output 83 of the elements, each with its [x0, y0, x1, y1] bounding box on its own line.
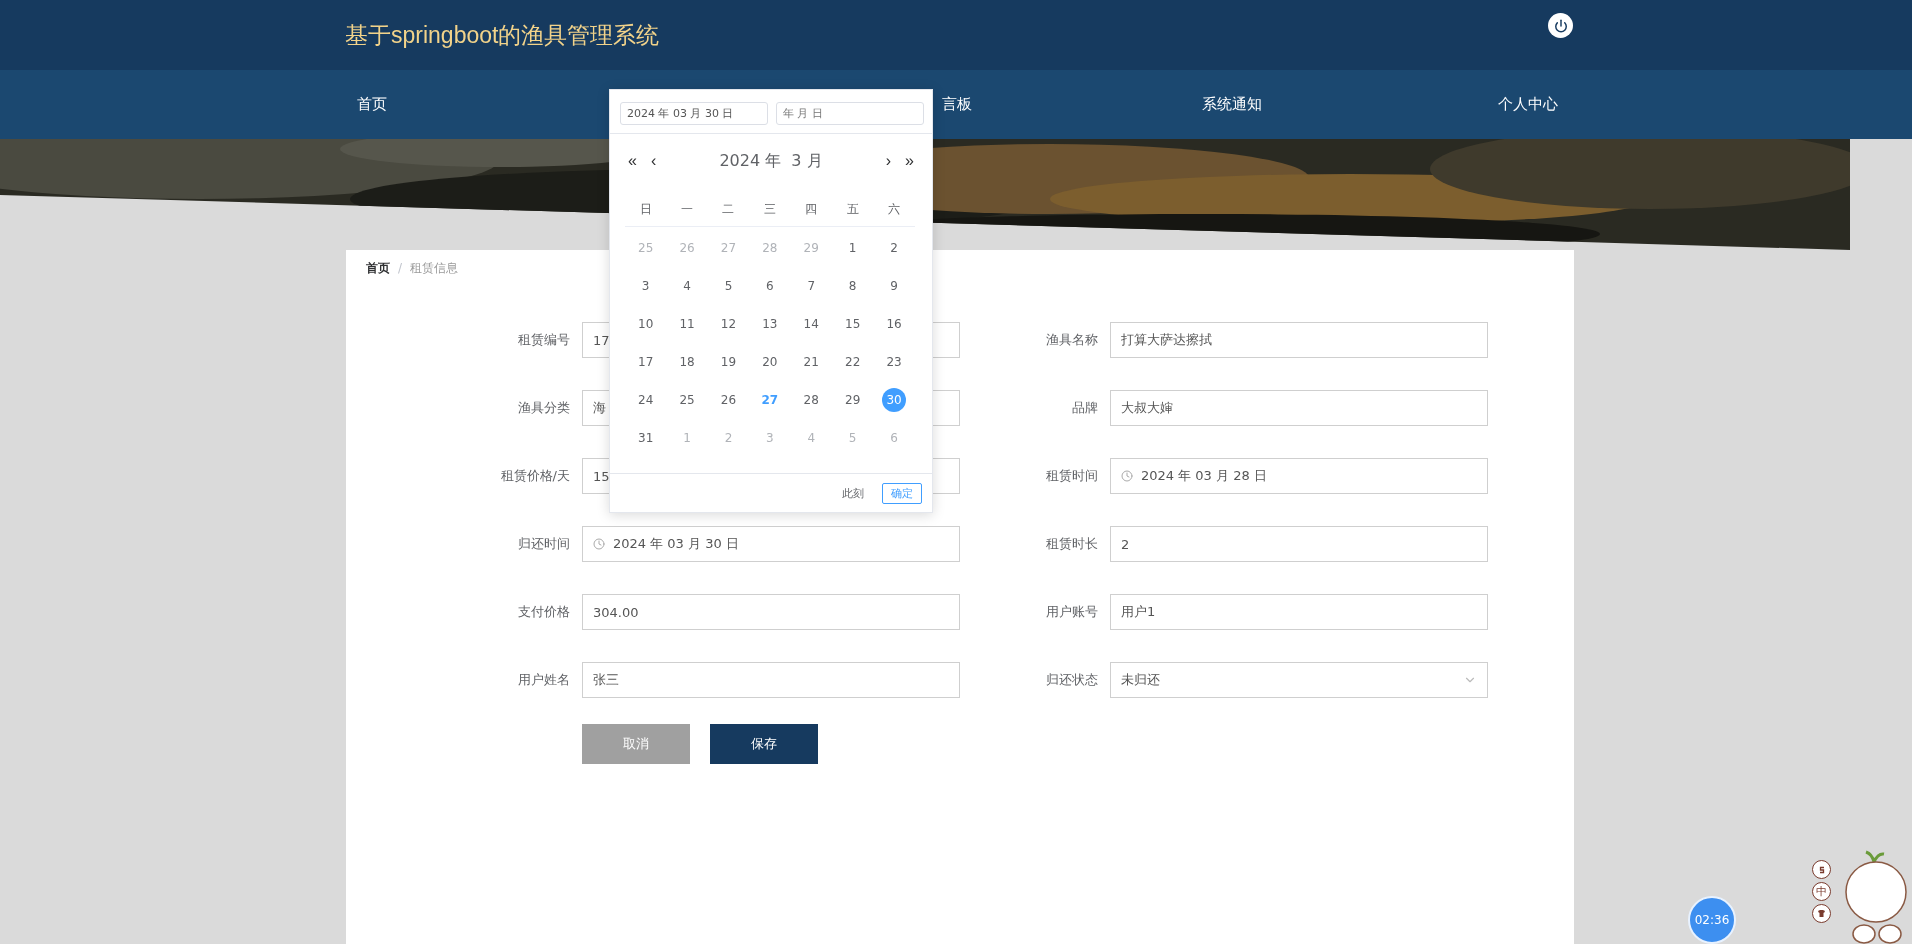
calendar-day[interactable]: 24 — [633, 388, 658, 412]
month-title: 2024 年 3 月 — [718, 150, 824, 172]
field-label: 渔具名称 — [1045, 331, 1098, 349]
calendar-day[interactable]: 25 — [675, 388, 700, 412]
field-label: 归还状态 — [1045, 671, 1098, 689]
calendar-day[interactable]: 26 — [716, 388, 741, 412]
nav-link[interactable]: 言板 — [942, 95, 972, 114]
site-title: 基于springboot的渔具管理系统 — [345, 20, 660, 50]
nav-link[interactable]: 系统通知 — [1202, 95, 1262, 114]
shirt-icon — [1817, 909, 1826, 918]
next-month-button[interactable]: › — [883, 152, 894, 170]
calendar-day[interactable]: 22 — [840, 350, 865, 374]
weekday-label: 三 — [749, 192, 791, 227]
now-button[interactable]: 此刻 — [842, 485, 864, 501]
calendar-day[interactable]: 10 — [633, 312, 658, 336]
calendar-day[interactable]: 6 — [757, 274, 782, 298]
recording-timer: 02:36 — [1688, 896, 1736, 944]
calendar-day[interactable]: 5 — [716, 274, 741, 298]
power-icon — [1553, 18, 1568, 33]
field-label: 租赁时长 — [1045, 535, 1098, 553]
nav-link[interactable]: 个人中心 — [1498, 95, 1558, 114]
calendar-day[interactable]: 15 — [840, 312, 865, 336]
calendar-day[interactable]: 13 — [757, 312, 782, 336]
previous-month-button[interactable]: ‹ — [648, 152, 659, 170]
calendar-day[interactable]: 16 — [882, 312, 907, 336]
field-label: 用户姓名 — [517, 671, 570, 689]
logout-button[interactable] — [1548, 13, 1573, 38]
calendar-day[interactable]: 19 — [716, 350, 741, 374]
input-field[interactable]: 304.00 — [582, 594, 960, 630]
calendar-day[interactable]: 23 — [882, 350, 907, 374]
field-label: 渔具分类 — [517, 399, 570, 417]
save-button[interactable]: 保存 — [710, 724, 818, 764]
ime-logo-button[interactable] — [1812, 860, 1831, 879]
breadcrumb-link[interactable]: 首页 — [366, 259, 390, 277]
calendar-day[interactable]: 14 — [799, 312, 824, 336]
clock-icon — [593, 538, 605, 550]
calendar-day[interactable]: 11 — [675, 312, 700, 336]
date-field[interactable]: 2024 年 03 月 30 日 — [582, 526, 960, 562]
date-field[interactable]: 2024 年 03 月 28 日 — [1110, 458, 1488, 494]
input-field[interactable]: 2 — [1110, 526, 1488, 562]
input-field[interactable]: 打算大萨达擦拭 — [1110, 322, 1488, 358]
previous-year-button[interactable]: « — [626, 152, 639, 170]
clock-icon — [1121, 470, 1133, 482]
calendar-day[interactable]: 1 — [840, 236, 865, 260]
next-year-button[interactable]: » — [903, 152, 916, 170]
field-label: 租赁价格/天 — [499, 467, 570, 485]
calendar-day[interactable]: 28 — [799, 388, 824, 412]
nav-link[interactable]: 首页 — [357, 95, 387, 114]
weekday-label: 五 — [831, 192, 874, 227]
calendar-day[interactable]: 3 — [633, 274, 658, 298]
calendar-day[interactable]: 8 — [840, 274, 865, 298]
field-label: 用户账号 — [1045, 603, 1098, 621]
weekday-label: 四 — [790, 192, 832, 227]
calendar-day[interactable]: 2 — [882, 236, 907, 260]
calendar-day[interactable]: 18 — [675, 350, 700, 374]
weekday-label: 一 — [666, 192, 708, 227]
ime-skin-button[interactable] — [1812, 904, 1831, 923]
input-field[interactable]: 张三 — [582, 662, 960, 698]
weekday-label: 六 — [873, 192, 915, 227]
select-field[interactable]: 未归还 — [1110, 662, 1488, 698]
ime-mode-button[interactable]: 中 — [1812, 882, 1831, 901]
calendar-day[interactable]: 31 — [633, 426, 658, 450]
weekday-label: 日 — [625, 192, 667, 227]
calendar-day[interactable]: 7 — [799, 274, 824, 298]
calendar-day[interactable]: 21 — [799, 350, 824, 374]
field-label: 租赁时间 — [1045, 467, 1098, 485]
calendar-day[interactable]: 12 — [716, 312, 741, 336]
field-label: 品牌 — [1071, 399, 1098, 417]
calendar-day[interactable]: 17 — [633, 350, 658, 374]
calendar-day[interactable]: 9 — [882, 274, 907, 298]
ime-logo-icon — [1817, 865, 1826, 874]
date-input[interactable]: 2024 年 03 月 30 日 — [620, 102, 768, 125]
date-input[interactable]: 年 月 日 — [776, 102, 924, 125]
input-field[interactable]: 用户1 — [1110, 594, 1488, 630]
input-field[interactable]: 大叔大婶 — [1110, 390, 1488, 426]
calendar-day[interactable]: 20 — [757, 350, 782, 374]
field-label: 归还时间 — [517, 535, 570, 553]
field-label: 租赁编号 — [517, 331, 570, 349]
calendar-day[interactable]: 29 — [840, 388, 865, 412]
weekday-label: 二 — [707, 192, 750, 227]
breadcrumb-separator: / — [398, 261, 403, 275]
calendar-day[interactable]: 4 — [675, 274, 700, 298]
field-label: 支付价格 — [517, 603, 570, 621]
